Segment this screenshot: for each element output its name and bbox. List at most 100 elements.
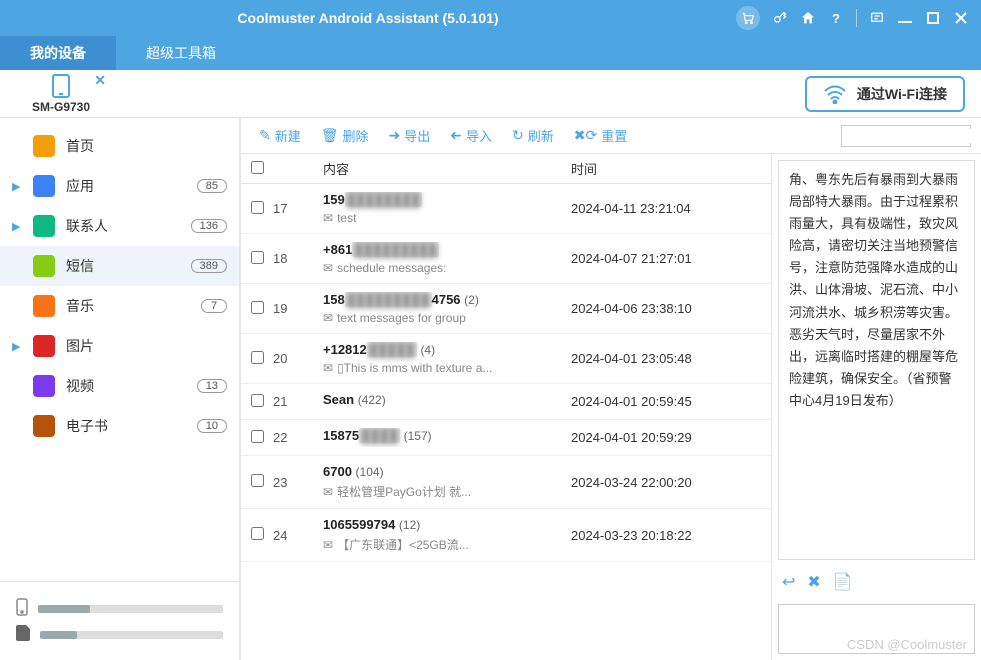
delete-label: 删除 [343, 126, 369, 145]
row-checkbox[interactable] [241, 251, 273, 267]
app-title: Coolmuster Android Assistant (5.0.101) [0, 10, 736, 26]
table-row[interactable]: 21 Sean (422) 2024-04-01 20:59:45 [241, 384, 771, 420]
sidebar-item-sms[interactable]: 短信 389 [0, 246, 239, 286]
apps-icon [32, 174, 56, 198]
row-sender: 1065599794 (12) [323, 517, 559, 532]
table-row[interactable]: 17 159████████ ✉test 2024-04-11 23:21:04 [241, 184, 771, 234]
row-checkbox[interactable] [241, 394, 273, 410]
row-checkbox[interactable] [241, 430, 273, 446]
table-row[interactable]: 20 +12812█████ (4) ✉▯This is mms with te… [241, 334, 771, 384]
device-name: SM-G9730 [32, 100, 90, 114]
copy-icon[interactable]: 📄 [833, 572, 853, 592]
home-icon [32, 134, 56, 158]
table-row[interactable]: 24 1065599794 (12) ✉【广东联通】<25GB流... 2024… [241, 509, 771, 562]
storage-internal [16, 598, 223, 619]
ebook-icon [32, 414, 56, 438]
row-preview: ✉text messages for group [323, 311, 559, 325]
chevron-right-icon: ▶ [12, 340, 28, 353]
key-icon[interactable] [772, 10, 788, 26]
table-row[interactable]: 23 6700 (104) ✉轻松管理PayGo计划 就... 2024-03-… [241, 456, 771, 509]
search-box[interactable]: 🔍 [841, 125, 971, 147]
titlebar-right: ? [736, 6, 981, 30]
contacts-icon [32, 214, 56, 238]
row-sender: +861█████████ [323, 242, 559, 257]
row-checkbox[interactable] [241, 474, 273, 490]
sidebar-item-label: 短信 [66, 256, 191, 276]
export-button[interactable]: ➜导出 [381, 122, 439, 149]
new-button[interactable]: ✎新建 [251, 122, 309, 149]
sidebar-item-video[interactable]: 视频 13 [0, 366, 239, 406]
search-input[interactable] [846, 129, 981, 143]
minimize-icon[interactable] [897, 10, 913, 26]
table-row[interactable]: 22 15875████ (157) 2024-04-01 20:59:29 [241, 420, 771, 456]
preview-actions: ↩ ✖ 📄 [772, 566, 981, 598]
sidebar-item-photos[interactable]: ▶ 图片 [0, 326, 239, 366]
envelope-icon: ✉ [323, 261, 333, 275]
row-preview: ✉▯This is mms with texture a... [323, 361, 559, 375]
row-number: 22 [273, 430, 323, 445]
sidebar-item-apps[interactable]: ▶ 应用 85 [0, 166, 239, 206]
delete-button[interactable]: 🗑删除 [313, 122, 377, 149]
th-time[interactable]: 时间 [571, 159, 771, 178]
row-time: 2024-04-01 23:05:48 [571, 351, 771, 366]
music-icon [32, 294, 56, 318]
storage-panel [0, 581, 239, 660]
th-checkbox[interactable] [241, 161, 273, 177]
export-icon: ➜ [389, 127, 401, 144]
row-preview: ✉test [323, 211, 559, 225]
sidebar-badge: 10 [197, 419, 227, 433]
sidebar-badge: 85 [197, 179, 227, 193]
sidebar: 首页 ▶ 应用 85▶ 联系人 136 短信 389 音乐 7▶ 图片 视频 1… [0, 118, 240, 660]
main: 首页 ▶ 应用 85▶ 联系人 136 短信 389 音乐 7▶ 图片 视频 1… [0, 118, 981, 660]
reset-button[interactable]: ✖⟳重置 [566, 122, 635, 149]
reply-icon[interactable]: ↩ [782, 572, 795, 592]
sidebar-item-contacts[interactable]: ▶ 联系人 136 [0, 206, 239, 246]
delete-message-icon[interactable]: ✖ [807, 572, 820, 592]
sidebar-badge: 7 [201, 299, 227, 313]
sidebar-item-label: 电子书 [66, 416, 197, 436]
photos-icon [32, 334, 56, 358]
tab-toolbox[interactable]: 超级工具箱 [116, 36, 246, 70]
row-checkbox[interactable] [241, 301, 273, 317]
row-checkbox[interactable] [241, 527, 273, 543]
row-number: 20 [273, 351, 323, 366]
sidebar-item-music[interactable]: 音乐 7 [0, 286, 239, 326]
nav-list: 首页 ▶ 应用 85▶ 联系人 136 短信 389 音乐 7▶ 图片 视频 1… [0, 118, 239, 581]
storage-sd [16, 625, 223, 644]
row-time: 2024-04-01 20:59:45 [571, 394, 771, 409]
feedback-icon[interactable] [869, 10, 885, 26]
trash-icon: 🗑 [321, 127, 339, 144]
th-content[interactable]: 内容 [323, 159, 571, 178]
import-button[interactable]: ➜导入 [442, 122, 500, 149]
row-checkbox[interactable] [241, 351, 273, 367]
table-row[interactable]: 18 +861█████████ ✉schedule messages: 202… [241, 234, 771, 284]
separator [856, 9, 857, 27]
sidebar-item-label: 图片 [66, 336, 227, 356]
sidebar-item-home[interactable]: 首页 [0, 126, 239, 166]
row-preview: ✉schedule messages: [323, 261, 559, 275]
nav-tabs: 我的设备 超级工具箱 [0, 36, 981, 70]
maximize-icon[interactable] [925, 10, 941, 26]
wifi-icon [823, 84, 847, 104]
refresh-button[interactable]: ↻刷新 [504, 122, 562, 149]
sidebar-item-label: 联系人 [66, 216, 191, 236]
row-preview: ✉轻松管理PayGo计划 就... [323, 483, 559, 500]
tab-my-device[interactable]: 我的设备 [0, 36, 116, 70]
row-content: 15875████ (157) [323, 428, 571, 447]
wifi-button-label: 通过Wi-Fi连接 [857, 84, 947, 104]
import-icon: ➜ [450, 127, 462, 144]
table-row[interactable]: 19 158█████████4756 (2) ✉text messages f… [241, 284, 771, 334]
phone-storage-icon [16, 598, 28, 619]
device-close-icon[interactable]: ✕ [94, 72, 106, 89]
cart-icon[interactable] [736, 6, 760, 30]
export-label: 导出 [404, 126, 430, 145]
sidebar-item-ebook[interactable]: 电子书 10 [0, 406, 239, 446]
close-icon[interactable] [953, 10, 969, 26]
wifi-connect-button[interactable]: 通过Wi-Fi连接 [805, 76, 965, 112]
reset-label: 重置 [601, 126, 627, 145]
home-icon[interactable] [800, 10, 816, 26]
row-checkbox[interactable] [241, 201, 273, 217]
help-icon[interactable]: ? [828, 10, 844, 26]
device-card[interactable]: ✕ SM-G9730 [16, 74, 106, 114]
row-sender: +12812█████ (4) [323, 342, 559, 357]
